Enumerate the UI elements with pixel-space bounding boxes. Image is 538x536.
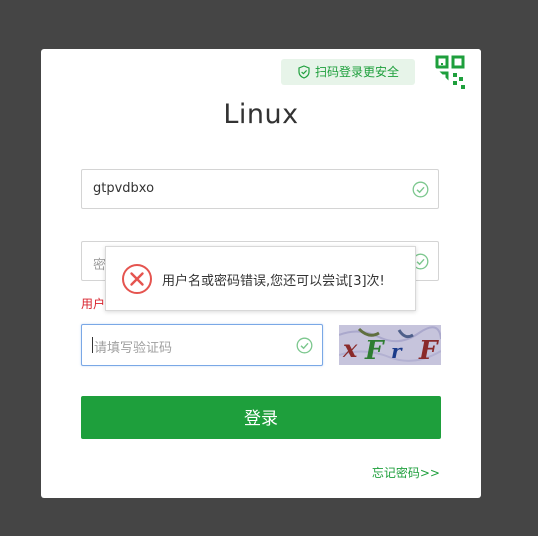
svg-text:F: F [364, 336, 385, 365]
check-icon [296, 337, 313, 354]
check-icon [412, 181, 429, 198]
captcha-input[interactable]: 请填写验证码 [81, 324, 323, 366]
shield-icon [298, 65, 310, 79]
error-message: 用户 [81, 297, 106, 311]
qr-tip-label: 扫码登录更安全 [315, 65, 400, 79]
username-value: gtpvdbxo [93, 181, 155, 196]
svg-text:r: r [391, 339, 403, 363]
forgot-password-link[interactable]: 忘记密码>> [372, 464, 440, 481]
login-button[interactable]: 登录 [81, 396, 441, 439]
toast-message: 用户名或密码错误,您还可以尝试[3]次! [162, 274, 385, 289]
svg-text:F: F [418, 336, 439, 365]
username-field[interactable]: gtpvdbxo [81, 169, 439, 209]
captcha-image[interactable]: x F r F [339, 325, 441, 365]
error-circle-icon [122, 264, 152, 294]
captcha-placeholder: 请填写验证码 [94, 341, 173, 356]
svg-text:x: x [342, 334, 358, 363]
error-toast: 用户名或密码错误,您还可以尝试[3]次! [105, 246, 416, 311]
page-title: Linux [223, 99, 299, 130]
qr-login-tip[interactable]: 扫码登录更安全 [281, 59, 415, 85]
text-caret [92, 337, 93, 353]
